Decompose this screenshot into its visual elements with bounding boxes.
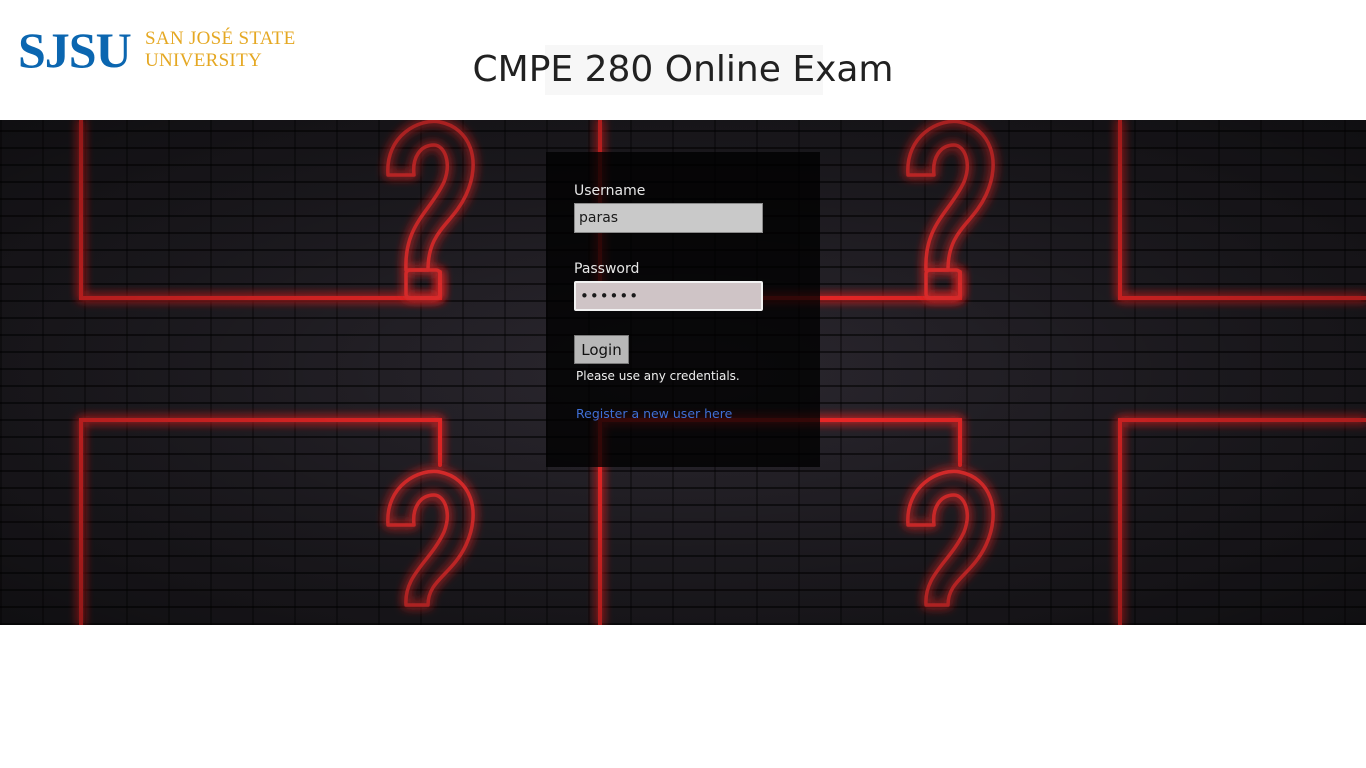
credentials-hint: Please use any credentials. [576, 369, 740, 383]
login-button[interactable]: Login [574, 335, 629, 364]
page-header: SJSU SAN JOSÉ STATE UNIVERSITY CMPE 280 … [0, 0, 1366, 120]
password-label: Password [574, 261, 640, 277]
username-input[interactable] [574, 203, 763, 233]
username-label: Username [574, 183, 646, 199]
page-title: CMPE 280 Online Exam [472, 49, 894, 90]
register-link[interactable]: Register a new user here [576, 406, 732, 421]
password-input[interactable] [574, 281, 763, 311]
login-panel: Username Password Login Please use any c… [546, 152, 820, 467]
